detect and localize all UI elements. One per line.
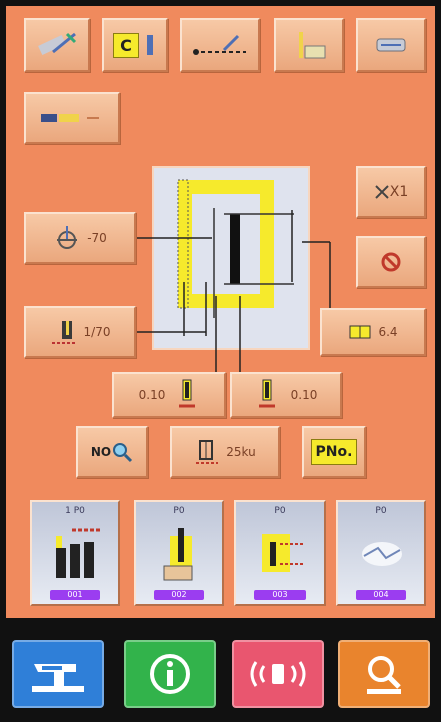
pattern-number: 002 (154, 590, 204, 600)
feed-pitch-button[interactable]: 1/70 (24, 306, 136, 358)
cancel-icon (380, 251, 402, 273)
info-button[interactable] (124, 640, 216, 708)
pattern-thumbnail (256, 524, 310, 584)
sewing-panel-screen: C -70 1/70 X1 6.4 0.10 0.10 NO 25ku PNo.… (6, 6, 435, 618)
left-needle-value: 0.10 (138, 388, 166, 402)
sewing-machine-icon (28, 654, 88, 694)
feed-pitch-value: 1/70 (83, 325, 111, 339)
pattern-slot-1[interactable]: 1 P0 001 (30, 500, 120, 606)
right-needle-icon (255, 378, 279, 412)
pattern-number: 004 (356, 590, 406, 600)
feed-pitch-icon (50, 317, 78, 347)
pattern-slot-4[interactable]: P0 004 (336, 500, 426, 606)
magnifier-icon (111, 441, 133, 463)
pattern-number: 001 (50, 590, 100, 600)
speed-icon (194, 437, 220, 467)
left-needle-button[interactable]: 0.10 (112, 372, 226, 418)
pattern-name: P0 (375, 506, 387, 516)
pattern-thumbnail (52, 524, 102, 584)
pattern-name: P0 (173, 506, 185, 516)
sewing-machine-button[interactable] (12, 640, 104, 708)
width-icon (348, 322, 372, 342)
pno-button[interactable]: PNo. (302, 426, 366, 478)
pattern-thumbnail (356, 530, 410, 580)
width-button[interactable]: 6.4 (320, 308, 426, 356)
vibration-icon (246, 654, 310, 694)
pattern-slot-2[interactable]: P0 002 (134, 500, 224, 606)
speed-button[interactable]: 25ku (170, 426, 280, 478)
right-needle-value: 0.10 (290, 388, 318, 402)
left-needle-icon (175, 378, 199, 412)
vibration-button[interactable] (232, 640, 324, 708)
right-needle-button[interactable]: 0.10 (230, 372, 342, 418)
pno-label: PNo. (310, 439, 358, 465)
pattern-number: 003 (254, 590, 306, 600)
info-icon (148, 652, 192, 696)
needle-angle-value: -70 (87, 231, 107, 245)
pattern-slot-3[interactable]: P0 003 (234, 500, 326, 606)
search-button[interactable] (338, 640, 430, 708)
search-icon (359, 651, 409, 697)
no-search-button[interactable]: NO (76, 426, 148, 478)
needle-angle-icon (53, 224, 81, 252)
cancel-button[interactable] (356, 236, 426, 288)
needle-angle-button[interactable]: -70 (24, 212, 136, 264)
pattern-thumbnail (156, 524, 206, 584)
pattern-name: P0 (274, 506, 286, 516)
multiplier-button[interactable]: X1 (356, 166, 426, 218)
multiplier-icon (374, 184, 390, 200)
width-value: 6.4 (378, 325, 398, 339)
speed-value: 25ku (226, 445, 256, 459)
multiplier-label: X1 (389, 184, 409, 200)
pattern-name: 1 P0 (65, 506, 85, 516)
no-search-label: NO (90, 445, 112, 459)
